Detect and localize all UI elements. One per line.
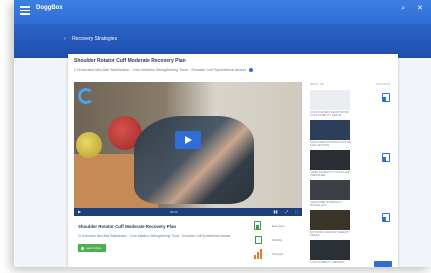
applied-toggle-icon[interactable]	[382, 153, 390, 162]
applied-toggle-icon[interactable]	[382, 93, 390, 102]
related-item[interactable]: ROTATOR FLEXION THERAPY PRESS	[308, 210, 398, 240]
control-play-icon[interactable]: ▶	[78, 209, 81, 214]
related-item[interactable]: SHOULDER ROTATION ACTIVE FLEX MOTION	[308, 120, 398, 150]
hamburger-menu-icon[interactable]	[20, 6, 30, 15]
stats-list: Exposure Mobility Strength	[254, 220, 300, 262]
stat-mobility: Mobility	[254, 234, 300, 248]
close-icon[interactable]: ✕	[417, 5, 423, 12]
related-item[interactable]: FOCUS EXERCISE ROTATOR CUFF MOBILITY SET…	[308, 90, 398, 120]
video-thumbnail[interactable]	[310, 90, 350, 110]
back-link-label: Recovery Strategies	[72, 36, 118, 42]
info-title: Shoulder Rotator Cuff Moderate Recovery …	[78, 224, 177, 229]
stat-label: Mobility	[272, 238, 283, 242]
stat-label: Exposure	[272, 224, 285, 228]
exercising-person	[134, 116, 254, 204]
search-icon[interactable]: ⌕	[401, 5, 405, 12]
video-thumbnail[interactable]	[310, 120, 350, 140]
bars-icon	[254, 249, 263, 259]
video-thumbnail[interactable]	[310, 240, 350, 260]
yellow-ball	[76, 132, 102, 158]
page-title-text: Shoulder Rotator Cuff Moderate Recovery …	[74, 58, 186, 64]
related-item-title: FOCUS EXERCISE ROTATOR CUFF MOBILITY SET…	[310, 110, 349, 118]
app-window: DoggBox ⌕ ✕ ‹ Recovery Strategies Should…	[14, 0, 431, 267]
related-videos: NEXT UP APPLIED FOCUS EXERCISE ROTATOR C…	[308, 82, 398, 267]
back-link[interactable]: ‹ Recovery Strategies	[64, 36, 117, 42]
applied-toggle-icon[interactable]	[382, 213, 390, 222]
page-subtitle-text: CI Exercises Mini-Ball Stabilization · C…	[74, 68, 247, 72]
gate-icon	[254, 235, 263, 245]
play-button[interactable]	[175, 131, 201, 149]
related-item-title: SHOULDER STRENGTH RANGE LIFT	[310, 200, 342, 208]
related-item[interactable]: SHOULDER STRENGTH RANGE LIFT	[308, 180, 398, 210]
related-item[interactable]: CORE STABILITY CYCLE LOW PRESSURE	[308, 150, 398, 180]
related-item-title: ROTATOR FLEXION THERAPY PRESS	[310, 230, 350, 238]
related-item-title: SHOULDER ROTATION ACTIVE FLEX MOTION	[310, 140, 352, 148]
meter-icon	[254, 221, 263, 231]
related-item-title: CORE STABILITY CYCLE LOW PRESSURE	[310, 170, 350, 178]
app-brand: DoggBox	[36, 5, 63, 11]
pause-icon[interactable]: ▮▮	[273, 209, 277, 214]
video-thumbnail[interactable]	[310, 180, 350, 200]
info-icon[interactable]	[249, 68, 254, 73]
video-player[interactable]: ▶ 00:00 ▮▮ ⤢ ⛶	[74, 82, 302, 216]
video-thumbnail[interactable]	[310, 210, 350, 230]
video-info: Shoulder Rotator Cuff Moderate Recovery …	[74, 218, 302, 267]
applied-heading: APPLIED	[376, 82, 391, 86]
time-readout: 00:00	[170, 209, 178, 214]
video-thumbnail[interactable]	[310, 150, 350, 170]
next-up-heading: NEXT UP	[310, 82, 325, 86]
stat-exposure: Exposure	[254, 220, 300, 234]
stat-strength: Strength	[254, 248, 300, 262]
app-bar: DoggBox ⌕ ✕	[14, 0, 431, 24]
page-banner: ‹ Recovery Strategies	[14, 24, 431, 58]
content-card: Shoulder Rotator Cuff Moderate Recovery …	[68, 54, 398, 267]
info-subtitle: CI Exercises Mini-Ball Stabilization · C…	[78, 234, 231, 238]
brand-logo-icon	[78, 88, 94, 104]
fullscreen-icon[interactable]: ⛶	[295, 209, 298, 214]
video-controls: ▶ 00:00 ▮▮ ⤢ ⛶	[74, 208, 302, 216]
chevron-left-icon: ‹	[64, 36, 66, 42]
more-button[interactable]	[374, 261, 392, 267]
related-item-title: CUFF STABILITY REVIEW	[310, 260, 344, 264]
page-subtitle: CI Exercises Mini-Ball Stabilization · C…	[74, 68, 254, 73]
expand-icon[interactable]: ⤢	[285, 209, 288, 214]
stat-label: Strength	[272, 252, 284, 256]
learn-more-button[interactable]: Learn More	[78, 244, 106, 252]
page-title: Shoulder Rotator Cuff Moderate Recovery …	[74, 58, 186, 64]
